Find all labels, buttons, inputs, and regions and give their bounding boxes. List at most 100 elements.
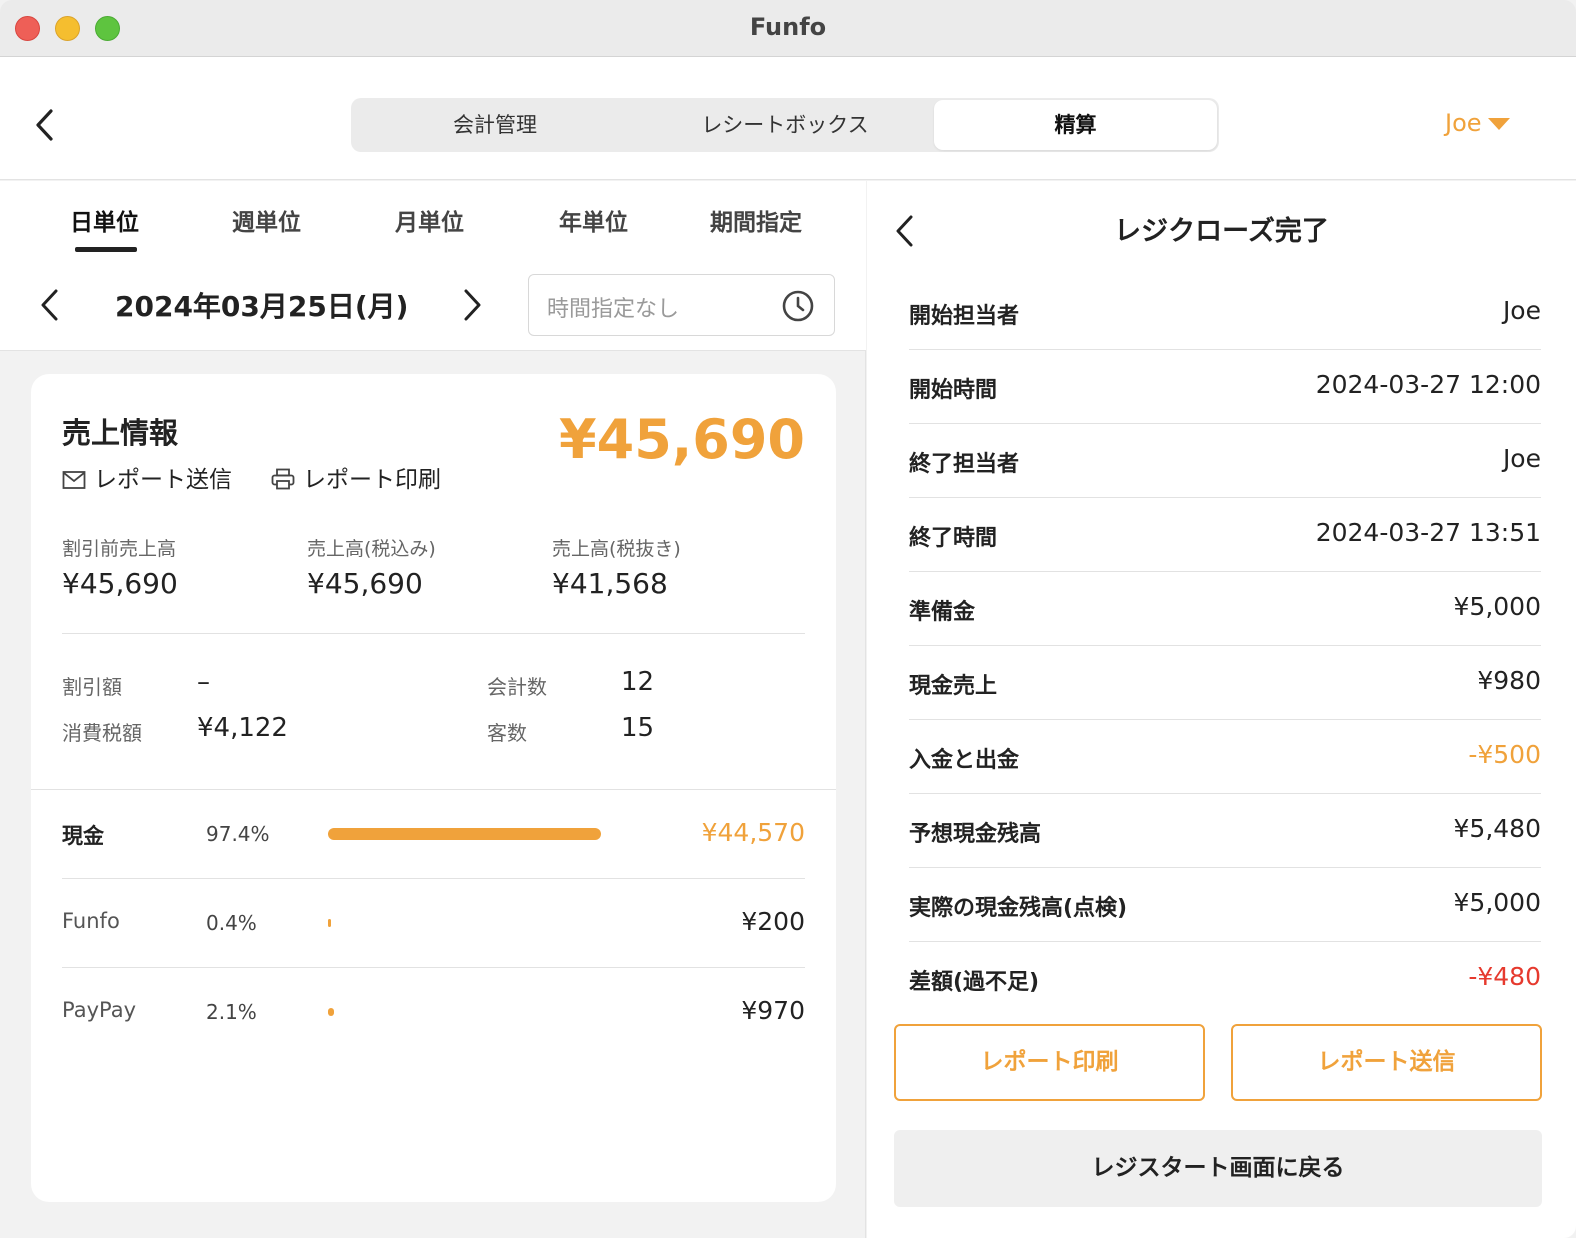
print-report-link[interactable]: レポート印刷	[271, 460, 441, 494]
row-value: -¥480	[1468, 962, 1541, 991]
payment-name: PayPay	[62, 998, 137, 1022]
sales-pane: 日単位 週単位 月単位 年単位 期間指定 2024年03月25日(月) 時間指定…	[0, 181, 866, 1238]
row-label: 実際の現金残高(点検)	[909, 896, 1128, 921]
top-header: 会計管理 レシートボックス 精算 Joe	[0, 57, 1576, 180]
caret-down-icon	[1487, 118, 1510, 130]
total-sales-amount: ¥45,690	[559, 408, 805, 471]
close-row-float: 準備金 ¥5,000	[909, 572, 1541, 646]
period-tab-month[interactable]: 月単位	[395, 203, 464, 237]
stat-value: ¥45,690	[307, 567, 423, 600]
time-filter-field[interactable]: 時間指定なし	[528, 274, 835, 336]
payment-percent: 0.4%	[206, 911, 257, 935]
row-label: 終了担当者	[909, 452, 1020, 477]
row-value: -¥500	[1468, 740, 1541, 769]
checks-label: 会計数	[487, 675, 547, 699]
date-label: 2024年03月25日(月)	[115, 290, 409, 323]
row-label: 入金と出金	[909, 748, 1020, 773]
payment-row-cash: 現金 97.4% ¥44,570	[62, 790, 805, 879]
payment-name: 現金	[62, 824, 104, 848]
customers-value: 15	[621, 713, 655, 743]
close-row-difference: 差額(過不足) -¥480	[909, 942, 1541, 1016]
payment-bar-fill	[328, 828, 601, 840]
row-value: Joe	[1502, 296, 1541, 325]
send-report-label: レポート送信	[94, 467, 232, 493]
register-close-title: レジクローズ完了	[1114, 216, 1329, 247]
row-label: 開始時間	[909, 378, 998, 403]
row-value: 2024-03-27 13:51	[1315, 518, 1541, 547]
payment-amount: ¥200	[741, 907, 805, 936]
active-tab-indicator	[75, 247, 137, 252]
window-title: Funfo	[749, 13, 827, 41]
close-row-end-staff: 終了担当者 Joe	[909, 424, 1541, 498]
row-label: 終了時間	[909, 526, 998, 551]
close-row-end-time: 終了時間 2024-03-27 13:51	[909, 498, 1541, 572]
stat-label: 売上高(税込み)	[307, 538, 436, 560]
stat-value: ¥41,568	[552, 567, 668, 600]
tab-settlement[interactable]: 精算	[934, 100, 1217, 150]
row-label: 開始担当者	[909, 304, 1020, 329]
sales-info-card: 売上情報 ¥45,690 レポート送信 レポート印刷 割引前売上高 ¥45,69…	[31, 374, 836, 1202]
payment-amount: ¥970	[741, 996, 805, 1025]
time-filter-placeholder: 時間指定なし	[547, 297, 680, 322]
checks-value: 12	[621, 667, 655, 697]
print-report-button[interactable]: レポート印刷	[894, 1024, 1205, 1101]
app-window: Funfo 会計管理 レシートボックス 精算 Joe 日単位 週単位 月単位 年…	[0, 0, 1576, 1238]
tax-value: ¥4,122	[197, 713, 288, 743]
period-tab-year[interactable]: 年単位	[559, 203, 628, 237]
period-tab-day[interactable]: 日単位	[70, 203, 139, 237]
printer-icon	[271, 468, 295, 490]
divider	[62, 633, 805, 634]
main-tab-bar: 会計管理 レシートボックス 精算	[351, 98, 1219, 152]
stat-value: ¥45,690	[62, 567, 178, 600]
customers-label: 客数	[487, 721, 527, 745]
row-value: 2024-03-27 12:00	[1315, 370, 1541, 399]
row-value: ¥5,000	[1453, 592, 1541, 621]
row-label: 予想現金残高	[909, 822, 1042, 847]
clock-icon	[782, 290, 814, 322]
sales-info-title: 売上情報	[62, 416, 179, 450]
payment-bar-fill	[328, 919, 331, 927]
title-bar: Funfo	[0, 0, 1576, 57]
close-row-cash-sales: 現金売上 ¥980	[909, 646, 1541, 720]
row-value: Joe	[1502, 444, 1541, 473]
close-row-actual-balance: 実際の現金残高(点検) ¥5,000	[909, 868, 1541, 942]
user-menu[interactable]: Joe	[1445, 109, 1510, 141]
user-name: Joe	[1445, 109, 1482, 137]
discount-label: 割引額	[62, 675, 122, 699]
tax-label: 消費税額	[62, 721, 142, 745]
payment-name: Funfo	[62, 909, 120, 933]
row-label: 準備金	[909, 600, 976, 625]
tab-accounting[interactable]: 会計管理	[353, 100, 637, 150]
close-row-cash-in-out: 入金と出金 -¥500	[909, 720, 1541, 794]
print-report-label: レポート印刷	[303, 467, 441, 493]
close-row-start-time: 開始時間 2024-03-27 12:00	[909, 350, 1541, 424]
chevron-left-icon[interactable]	[36, 285, 64, 325]
period-tab-week[interactable]: 週単位	[232, 203, 301, 237]
close-row-start-staff: 開始担当者 Joe	[909, 276, 1541, 350]
chevron-right-icon[interactable]	[458, 285, 486, 325]
send-report-link[interactable]: レポート送信	[62, 460, 232, 494]
payment-breakdown: 現金 97.4% ¥44,570 Funfo 0.4% ¥200 PayPay …	[31, 789, 836, 1025]
tab-receipt-box[interactable]: レシートボックス	[643, 100, 927, 150]
stat-label: 割引前売上高	[62, 538, 177, 560]
row-value: ¥980	[1477, 666, 1541, 695]
payment-row-paypay: PayPay 2.1% ¥970	[62, 968, 805, 1057]
payment-percent: 2.1%	[206, 1000, 257, 1024]
row-label: 現金売上	[909, 674, 998, 699]
send-report-button[interactable]: レポート送信	[1231, 1024, 1542, 1101]
back-to-register-start-button[interactable]: レジスタート画面に戻る	[894, 1130, 1542, 1207]
payment-percent: 97.4%	[206, 822, 270, 846]
payment-row-funfo: Funfo 0.4% ¥200	[62, 879, 805, 968]
row-value: ¥5,480	[1453, 814, 1541, 843]
payment-bar-fill	[328, 1008, 334, 1016]
payment-amount: ¥44,570	[701, 818, 805, 847]
payment-bar	[328, 1006, 608, 1018]
period-tab-custom[interactable]: 期間指定	[710, 203, 802, 237]
stat-label: 売上高(税抜き)	[552, 538, 681, 560]
register-close-pane: レジクローズ完了 開始担当者 Joe 開始時間 2024-03-27 12:00…	[867, 181, 1576, 1238]
row-value: ¥5,000	[1453, 888, 1541, 917]
close-row-expected-balance: 予想現金残高 ¥5,480	[909, 794, 1541, 868]
payment-bar	[328, 828, 608, 840]
back-arrow-icon[interactable]	[30, 105, 60, 145]
row-label: 差額(過不足)	[909, 970, 1040, 995]
